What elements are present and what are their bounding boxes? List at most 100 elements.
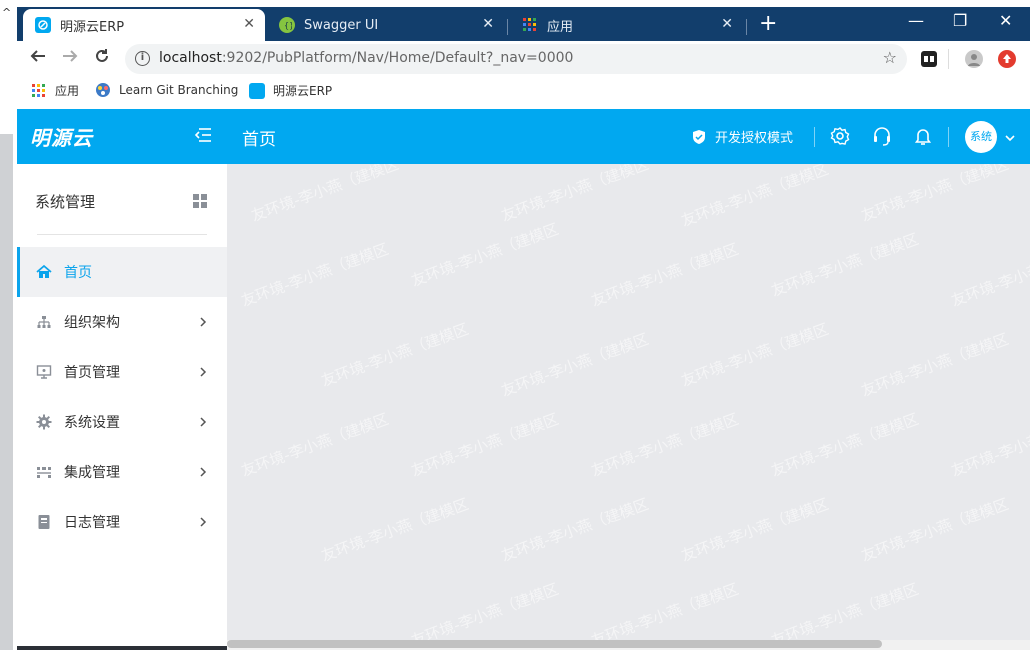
avatar[interactable]: 系统 (965, 121, 997, 153)
watermark: 友环境-李小燕（建模区 (318, 494, 471, 566)
app-header: 明源云 首页 开发授权模式 系统 (17, 109, 1030, 164)
watermark: 友环境-李小燕（建模区 (498, 164, 651, 226)
monitor-icon (36, 365, 52, 379)
mingyuan-favicon-icon (35, 17, 51, 33)
sidebar-item-label: 系统设置 (64, 415, 120, 431)
chevron-right-icon (200, 417, 207, 427)
tab-title: 明源云ERP (60, 19, 125, 35)
sidebar-item-label: 集成管理 (64, 465, 120, 481)
sidebar-item-home[interactable]: 首页 (17, 247, 227, 297)
sidebar-item-label: 组织架构 (64, 315, 120, 331)
sidebar-title: 系统管理 (35, 193, 96, 211)
url-text[interactable]: localhost:9202/PubPlatform/Nav/Home/Defa… (159, 50, 573, 66)
tab-title: 应用 (547, 19, 574, 35)
sidebar-item-label: 首页管理 (64, 365, 120, 381)
new-tab-button[interactable]: + (759, 11, 777, 36)
sidebar-item-system-settings[interactable]: 系统设置 (17, 397, 227, 447)
address-row: i localhost:9202/PubPlatform/Nav/Home/De… (17, 41, 1030, 77)
chevron-right-icon (200, 367, 207, 377)
sidebar: 系统管理 首页 组织架构 首页管理 系统设置 集成管理 日志管理 (17, 164, 227, 650)
watermark: 友环境-李小燕（建模区 (678, 164, 831, 231)
logo: 明源云 (30, 126, 93, 150)
watermark: 友环境-李小燕（建模区 (948, 409, 1030, 481)
watermark: 友环境-李小燕（建模区 (408, 219, 561, 291)
tab-apps[interactable]: 应用 ✕ (510, 9, 743, 41)
window-edge (0, 0, 17, 650)
reload-button[interactable] (93, 47, 111, 70)
profile-icon[interactable] (965, 50, 983, 68)
bookmark-mingyuan-erp[interactable]: 明源云ERP (249, 82, 332, 99)
apps-grid-icon (32, 83, 45, 97)
watermark: 友环境-李小燕（建模区 (768, 409, 921, 481)
update-icon[interactable] (998, 50, 1016, 68)
watermark: 友环境-李小燕（建模区 (858, 164, 1011, 226)
svg-text:{}: {} (284, 21, 292, 30)
close-tab-icon[interactable]: ✕ (721, 16, 733, 32)
watermark: 友环境-李小燕（建模区 (768, 579, 921, 640)
close-window-button[interactable]: ✕ (999, 11, 1012, 30)
chevron-down-icon[interactable] (1004, 129, 1016, 142)
minimize-button[interactable]: — (908, 11, 924, 30)
watermark: 友环境-李小燕（建模区 (678, 319, 831, 391)
bookmark-learn-git-branching[interactable]: Learn Git Branching (95, 82, 238, 98)
bookmarks-bar: 应用 Learn Git Branching 明源云ERP (17, 77, 1030, 105)
dev-license-mode[interactable]: 开发授权模式 (691, 127, 793, 146)
chevron-right-icon (200, 317, 207, 327)
tab-swagger-ui[interactable]: {} Swagger UI ✕ (267, 9, 504, 41)
chevron-right-icon (200, 467, 207, 477)
taskbar-edge (17, 646, 227, 650)
watermark: 友环境-李小燕（建模区 (408, 409, 561, 481)
divider (37, 234, 207, 235)
site-info-icon[interactable]: i (135, 51, 150, 66)
browser-tab-bar: 明源云ERP ✕ {} Swagger UI ✕ 应用 ✕ + — ❐ ✕ (17, 7, 1030, 41)
close-tab-icon[interactable]: ✕ (243, 16, 255, 32)
sidebar-item-integration[interactable]: 集成管理 (17, 447, 227, 497)
home-icon (36, 264, 52, 278)
settings-gear-icon[interactable] (830, 126, 850, 146)
watermark: 友环境-李小燕（建模区 (318, 319, 471, 391)
mingyuan-favicon-icon (249, 82, 265, 99)
org-chart-icon (37, 316, 51, 328)
log-book-icon (38, 515, 50, 529)
page-title: 首页 (242, 130, 276, 150)
forward-button[interactable] (61, 47, 79, 70)
watermark: 友环境-李小燕（建模区 (588, 239, 741, 311)
watermark: 友环境-李小燕（建模区 (238, 239, 391, 311)
watermark: 友环境-李小燕（建模区 (948, 239, 1030, 311)
watermark: 友环境-李小燕（建模区 (858, 329, 1011, 401)
grid-icon[interactable] (193, 193, 207, 208)
scrollbar-thumb[interactable] (227, 640, 882, 648)
address-bar[interactable]: i localhost:9202/PubPlatform/Nav/Home/De… (125, 44, 907, 74)
close-tab-icon[interactable]: ✕ (482, 16, 494, 32)
caret-up-icon: ^ (2, 6, 12, 19)
bell-icon[interactable] (913, 126, 933, 146)
extension-icon[interactable] (921, 51, 937, 67)
bookmark-star-icon[interactable]: ☆ (883, 48, 897, 67)
watermark: 友环境-李小燕（建模区 (858, 494, 1011, 566)
menu-collapse-button[interactable] (194, 126, 212, 144)
sidebar-item-org[interactable]: 组织架构 (17, 297, 227, 347)
watermark: 友环境-李小燕（建模区 (238, 409, 391, 481)
git-branch-icon (96, 83, 110, 97)
bookmark-apps[interactable]: 应用 (31, 82, 79, 99)
back-button[interactable] (29, 47, 47, 70)
tab-title: Swagger UI (304, 17, 379, 33)
swagger-favicon-icon: {} (279, 17, 295, 33)
gear-icon (36, 414, 52, 430)
restore-button[interactable]: ❐ (953, 11, 967, 30)
watermark: 友环境-李小燕（建模区 (768, 229, 921, 301)
chevron-right-icon (200, 517, 207, 527)
shield-icon (693, 129, 705, 144)
watermark: 友环境-李小燕（建模区 (248, 164, 401, 226)
watermark: 友环境-李小燕（建模区 (588, 409, 741, 481)
sidebar-item-logs[interactable]: 日志管理 (17, 497, 227, 547)
sidebar-item-home-management[interactable]: 首页管理 (17, 347, 227, 397)
tab-mingyuan-erp[interactable]: 明源云ERP ✕ (23, 9, 265, 41)
watermark: 友环境-李小燕（建模区 (498, 329, 651, 401)
watermark: 友环境-李小燕（建模区 (588, 579, 741, 640)
headset-icon[interactable] (872, 126, 892, 146)
watermark: 友环境-李小燕（建模区 (408, 579, 561, 640)
sidebar-item-label: 首页 (64, 265, 92, 281)
integration-icon (37, 467, 51, 478)
horizontal-scrollbar[interactable] (227, 640, 1030, 650)
